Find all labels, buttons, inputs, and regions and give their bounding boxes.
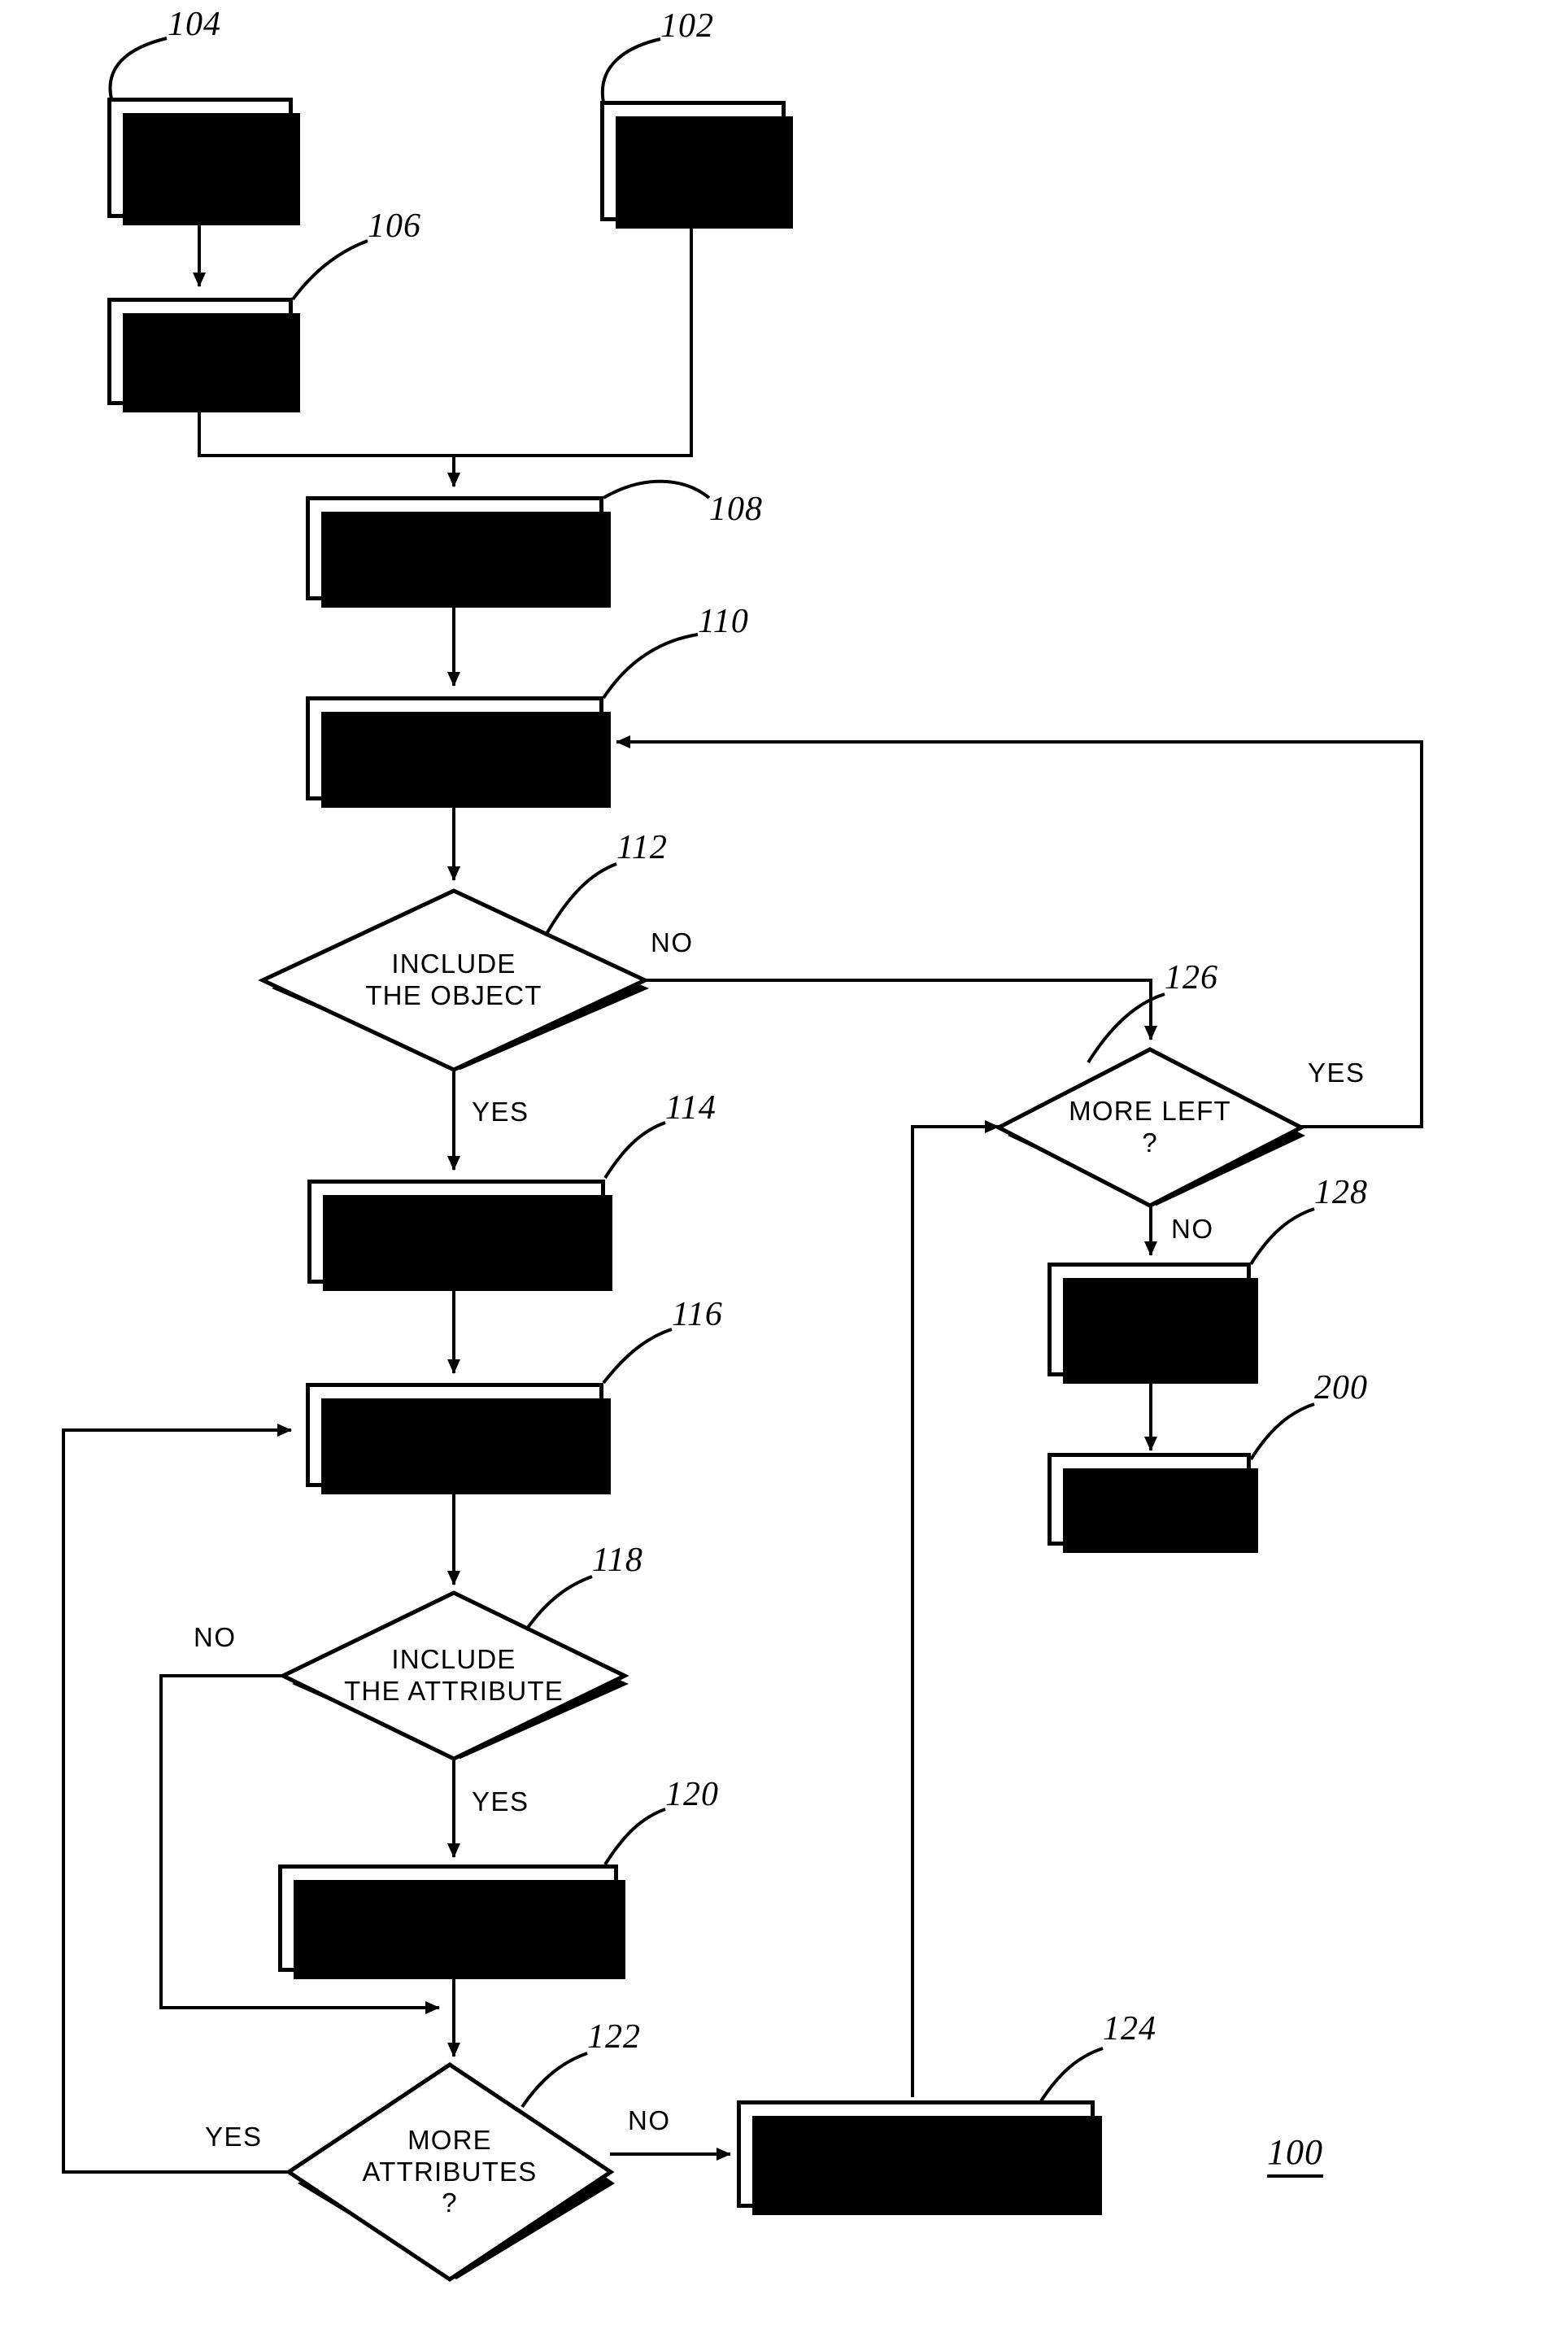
edge-label-more-left-yes: YES: [1308, 1058, 1365, 1088]
node-label: ADD TO GRAMMAR: [1075, 1288, 1223, 1350]
ref-numeral-110: 110: [698, 603, 749, 640]
node-label: UMRELLA RULES FOR QUERIES: [337, 517, 573, 578]
node-create-attribute-grammar-rules[interactable]: CREATE ATTRIBUTE GRAMMAR RULES: [278, 1865, 625, 1979]
node-new-grammar[interactable]: NEW GRAMMAR: [600, 101, 793, 229]
flowchart-figure: TEMPLATE GRAMMAR 104 NEW GRAMMAR 102 GRA…: [0, 0, 1568, 2329]
node-label: CLEAN UP: [1078, 1483, 1221, 1514]
ref-numeral-124: 124: [1103, 2010, 1156, 2048]
node-clean-up[interactable]: CLEAN UP: [1048, 1453, 1258, 1553]
node-template-grammar[interactable]: TEMPLATE GRAMMAR: [107, 98, 300, 225]
ref-numeral-108: 108: [709, 491, 763, 528]
node-umbrella-rules-for-queries[interactable]: UMRELLA RULES FOR QUERIES: [306, 496, 611, 608]
figure-label: 100: [1267, 2131, 1323, 2178]
edge-label-more-attributes-yes: YES: [205, 2122, 263, 2152]
node-label: TEMPLATE GRAMMAR: [126, 126, 274, 188]
ref-numeral-118: 118: [592, 1542, 643, 1579]
edge-label-object-yes: YES: [472, 1097, 529, 1127]
decision-more-attributes[interactable]: MORE ATTRIBUTES ?: [285, 2061, 615, 2283]
decision-more-left[interactable]: MORE LEFT ?: [994, 1047, 1306, 1208]
ref-numeral-126: 126: [1165, 959, 1218, 997]
ref-numeral-104: 104: [168, 6, 221, 43]
node-label: CREATE OBJECT GRAMMAR RULES: [331, 1200, 581, 1262]
node-label: SELECT ATTRIBUTE: [377, 1403, 533, 1465]
ref-numeral-120: 120: [665, 1776, 719, 1813]
node-create-object-grammar-rules[interactable]: CREATE OBJECT GRAMMAR RULES: [307, 1180, 612, 1291]
ref-numeral-114: 114: [665, 1089, 716, 1127]
decision-label: INCLUDE THE ATTRIBUTE: [344, 1644, 564, 1706]
node-label: SELECT A DOMAIN OBJECT: [338, 717, 572, 779]
node-add-attribute-rules-to-grammar[interactable]: ADD ATTRIBUTE RULES TO GRAMMAR: [737, 2100, 1102, 2215]
decision-label: INCLUDE THE OBJECT: [365, 949, 542, 1010]
ref-numeral-200: 200: [1314, 1369, 1368, 1407]
edge-label-more-attributes-no: NO: [628, 2105, 671, 2135]
ref-numeral-128: 128: [1314, 1174, 1368, 1211]
ref-numeral-112: 112: [616, 829, 668, 866]
edge-label-attribute-yes: YES: [472, 1786, 529, 1817]
ref-numeral-102: 102: [660, 7, 714, 45]
ref-numeral-116: 116: [672, 1296, 723, 1333]
decision-label: MORE LEFT ?: [1069, 1096, 1231, 1158]
decision-include-the-attribute[interactable]: INCLUDE THE ATTRIBUTE: [278, 1590, 629, 1761]
decision-label: MORE ATTRIBUTES ?: [362, 2124, 538, 2218]
node-select-a-domain-object[interactable]: SELECT A DOMAIN OBJECT: [306, 696, 611, 808]
ref-numeral-106: 106: [368, 207, 421, 245]
node-label: CREATE ATTRIBUTE GRAMMAR RULES: [310, 1886, 586, 1948]
node-label: ADD ATTRIBUTE RULES TO GRAMMAR: [767, 2122, 1065, 2184]
edge-label-more-left-no: NO: [1171, 1214, 1214, 1244]
node-grammar-rules[interactable]: GRAMMAR RULES: [107, 298, 300, 412]
edge-label-object-no: NO: [651, 927, 694, 957]
node-add-to-grammar[interactable]: ADD TO GRAMMAR: [1048, 1263, 1258, 1384]
node-select-attribute[interactable]: SELECT ATTRIBUTE: [306, 1383, 611, 1494]
decision-include-the-object[interactable]: INCLUDE THE OBJECT: [258, 888, 650, 1072]
edge-label-attribute-no: NO: [194, 1622, 237, 1652]
node-label: GRAMMAR RULES: [126, 320, 274, 382]
node-label: NEW GRAMMAR: [619, 129, 767, 191]
ref-numeral-122: 122: [587, 2018, 641, 2056]
